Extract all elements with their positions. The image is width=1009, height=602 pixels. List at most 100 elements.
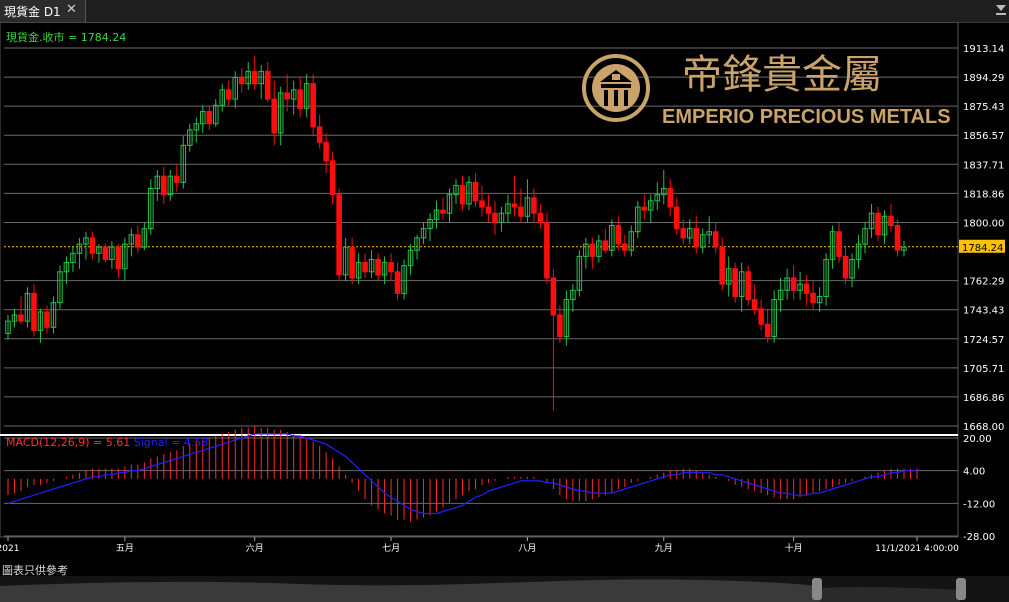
candle-body [894, 225, 901, 251]
candle-body [842, 255, 849, 279]
candle-body [440, 209, 446, 214]
x-tick-label: 七月 [382, 543, 400, 554]
candle-body [511, 203, 518, 208]
macd-tick-label: 4.00 [963, 467, 985, 478]
price-tick-label: 1894.29 [963, 73, 1004, 84]
candle-body [485, 206, 492, 214]
candle-body [238, 77, 245, 85]
signal-legend: Signal = 4.58 [134, 436, 209, 449]
candle-body [764, 323, 771, 338]
price-tick-label: 1800.00 [963, 218, 1004, 229]
candle-body [206, 110, 213, 125]
x-tick-label: 五月 [116, 543, 134, 554]
x-tick-label: 2021 [0, 544, 19, 554]
candle-body [719, 246, 725, 285]
candle-body [531, 197, 537, 214]
scroll-handle-right[interactable] [956, 578, 966, 600]
candle-body [790, 277, 797, 291]
macd-tick-label: 20.00 [963, 434, 992, 445]
window-titlebar: 現貨金 D1 ✕ [0, 0, 1009, 23]
price-tick-label: 1837.71 [963, 160, 1004, 171]
candle-body [161, 175, 167, 196]
candle-body [225, 89, 232, 100]
candle-body [693, 228, 700, 248]
candle-body [284, 92, 290, 100]
candle-body [115, 246, 122, 270]
price-tick-label: 1913.14 [963, 44, 1004, 55]
last-price-label: 1784.24 [962, 243, 1003, 254]
candle-body [135, 234, 141, 248]
candle-body [836, 231, 842, 257]
x-tick-label: 九月 [655, 543, 673, 554]
candle-body [375, 258, 381, 276]
candle-body [615, 225, 622, 245]
logo-english: EMPERIO PRECIOUS METALS [662, 106, 951, 128]
candle-body [810, 292, 816, 304]
chevron-down-icon[interactable] [996, 5, 1006, 11]
candle-body [310, 83, 316, 128]
x-tick-label: 十月 [785, 542, 803, 554]
candle-body [264, 70, 271, 100]
logo-emblem-icon [582, 54, 650, 122]
chart-scrollbar[interactable] [0, 576, 1009, 602]
candle-body [44, 311, 50, 328]
candle-body [349, 246, 355, 279]
candle-body [18, 314, 24, 322]
macd-tick-label: -12.00 [963, 499, 995, 510]
candle-body [89, 237, 96, 254]
candle-body [745, 271, 751, 301]
candle-body [174, 175, 180, 183]
candle-body [459, 184, 466, 205]
candle-body [537, 212, 544, 223]
scroll-handle-left[interactable] [812, 578, 822, 600]
candle-body [589, 243, 596, 257]
price-tick-label: 1743.43 [963, 306, 1004, 317]
candle-body [641, 206, 648, 211]
candle-body [803, 283, 810, 294]
candle-body [336, 194, 342, 276]
price-tick-label: 1686.86 [963, 393, 1004, 404]
candle-body [667, 188, 674, 208]
minimize-bar-icon[interactable] [996, 13, 1006, 15]
candle-body [316, 126, 323, 143]
candle-body [758, 308, 764, 325]
macd-legend: MACD(12,26,9) = 5.61 Signal = 4.58 [6, 436, 208, 449]
candle-body [472, 181, 479, 202]
price-legend: 現貨金.收市 = 1784.24 [6, 30, 126, 44]
price-tick-label: 1668.00 [963, 422, 1004, 433]
candle-body [329, 160, 336, 196]
candle-body [544, 221, 550, 279]
candle-body [271, 98, 277, 134]
candle-body [394, 271, 401, 294]
price-tick-label: 1875.43 [963, 102, 1004, 113]
close-icon[interactable]: ✕ [66, 2, 77, 17]
candle-body [557, 314, 563, 338]
candle-body [751, 299, 758, 310]
candle-body [673, 206, 680, 230]
candle-body [888, 215, 894, 227]
candle-body [479, 200, 485, 208]
x-tick-label: 11/1/2021 4:00:00 [875, 544, 959, 554]
price-tick-label: 1762.29 [963, 277, 1004, 288]
price-tick-label: 1856.57 [963, 131, 1004, 142]
x-tick-label: 八月 [518, 543, 536, 554]
x-tick-label: 六月 [246, 542, 264, 554]
candle-body [622, 243, 628, 251]
candle-body [297, 89, 303, 109]
candle-body [602, 240, 609, 251]
logo-chinese: 帝鋒貴金屬 [682, 52, 882, 98]
candle-body [323, 141, 329, 162]
candle-body [31, 292, 37, 331]
candle-body [732, 268, 738, 297]
candle-body [251, 70, 258, 85]
candle-body [875, 212, 881, 236]
tab-chart[interactable]: 現貨金 D1 ✕ [0, 0, 86, 22]
candle-body [362, 262, 368, 273]
candle-body [388, 262, 394, 273]
candle-body [680, 228, 687, 239]
price-tick-label: 1818.86 [963, 189, 1004, 200]
tab-title: 現貨金 D1 [4, 5, 61, 19]
price-tick-label: 1724.57 [963, 335, 1004, 346]
candle-body [712, 231, 719, 248]
emperio-logo: 帝鋒貴金屬 EMPERIO PRECIOUS METALS [582, 52, 951, 128]
